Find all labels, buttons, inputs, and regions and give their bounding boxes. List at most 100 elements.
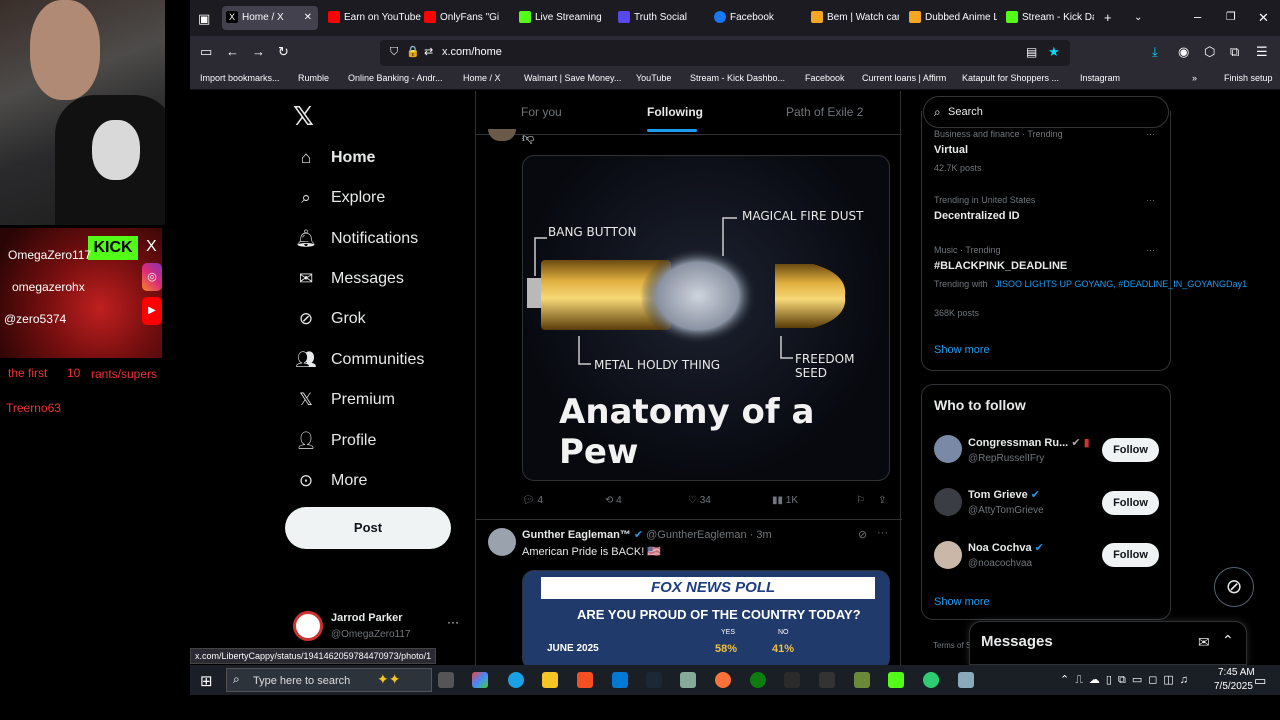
back-icon[interactable]: ← (226, 45, 239, 58)
compose-message-icon[interactable]: ✉ (1198, 634, 1210, 651)
task-view-icon[interactable] (438, 672, 454, 688)
bookmarks-overflow-icon[interactable]: » (1192, 73, 1197, 83)
store-icon[interactable] (577, 672, 593, 688)
nav-home[interactable]: ⌂ Home (295, 144, 376, 172)
tab-bem[interactable]: Bem | Watch carto (807, 6, 899, 30)
edge-icon[interactable] (508, 672, 524, 688)
minecraft-icon[interactable] (854, 672, 870, 688)
tab-earn-youtube[interactable]: Earn on YouTube (324, 6, 421, 30)
bookmark-rumble[interactable]: Rumble (298, 73, 329, 83)
x-logo-icon[interactable]: 𝕏 (293, 101, 314, 132)
calculator-icon[interactable] (958, 672, 974, 688)
nav-more[interactable]: ⊙ More (295, 467, 368, 495)
grok-icon[interactable]: ⊘ (858, 528, 867, 541)
show-more-link[interactable]: Show more (934, 596, 990, 608)
trending-with-tags[interactable]: JISOO LIGHTS UP GOYANG, #DEADLINE_IN_GOY… (995, 279, 1247, 289)
tab-kick-dashboard[interactable]: Stream - Kick Das (1002, 6, 1094, 30)
avatar[interactable] (488, 129, 516, 141)
window-close-icon[interactable]: ✕ (1258, 11, 1269, 24)
taskbar-search[interactable]: ⌕ Type here to search ✦✦ (226, 668, 432, 692)
follow-button[interactable]: Follow (1102, 438, 1159, 462)
avatar[interactable] (934, 488, 962, 516)
lock-icon[interactable]: 🔒 (406, 46, 420, 59)
bookmark-affirm[interactable]: Current loans | Affirm (862, 73, 946, 83)
nav-profile[interactable]: 👤︎ Profile (295, 427, 376, 455)
new-tab-icon[interactable]: + (1104, 11, 1112, 24)
nav-grok[interactable]: ⊘ Grok (295, 305, 366, 333)
trend-title[interactable]: Virtual (934, 144, 968, 156)
nav-premium[interactable]: 𝕏 Premium (295, 386, 395, 414)
outlook-icon[interactable] (612, 672, 628, 688)
repost-button[interactable]: ⟲ 4 (605, 495, 622, 506)
bookmark-katapult[interactable]: Katapult for Shoppers ... (962, 73, 1059, 83)
notification-icon[interactable]: ▭ (1254, 673, 1266, 689)
follow-button[interactable]: Follow (1102, 543, 1159, 567)
url-bar[interactable]: ⛉ 🔒 ⇄ x.com/home ▤ ★ (380, 40, 1070, 66)
tweet-author-name[interactable]: Gunther Eagleman™ ✔ @GuntherEagleman · 3… (522, 528, 772, 541)
reply-button[interactable]: 💬︎ 4 (522, 495, 543, 506)
share-icon[interactable]: ⇪ (878, 495, 886, 506)
bookmark-kick[interactable]: Stream - Kick Dashbo... (690, 73, 785, 83)
sidebar-toggle-icon[interactable]: ▭ (200, 45, 212, 58)
more-dots-icon[interactable]: ··· (1146, 129, 1155, 139)
reload-icon[interactable]: ↻ (278, 45, 289, 58)
forward-icon[interactable]: → (252, 45, 265, 58)
finish-setup[interactable]: Finish setup (1224, 73, 1273, 83)
avatar[interactable] (934, 541, 962, 569)
tab-facebook[interactable]: Facebook (710, 6, 774, 30)
follow-button[interactable]: Follow (1102, 491, 1159, 515)
views-button[interactable]: ▮▮ 1K (772, 495, 798, 506)
bookmark-import[interactable]: Import bookmarks... (200, 73, 280, 83)
nav-messages[interactable]: ✉ Messages (295, 265, 404, 293)
chevron-down-icon[interactable]: ⌄ (1134, 11, 1142, 24)
addon-icon[interactable]: ⧉ (1230, 45, 1239, 58)
tab-truth-social[interactable]: Truth Social (614, 6, 687, 30)
post-button[interactable]: Post (285, 507, 451, 549)
tab-path-of-exile[interactable]: Path of Exile 2 (786, 105, 863, 119)
more-dots-icon[interactable]: ··· (1146, 195, 1155, 205)
account-switcher[interactable]: Jarrod Parker @OmegaZero117 ··· (290, 607, 470, 651)
file-explorer-icon[interactable] (542, 672, 558, 688)
terms-link[interactable]: Terms of S (933, 641, 971, 650)
system-tray-icons[interactable]: ⌃⎍☁▯⧉▭◻◫♫ (1060, 673, 1194, 687)
permissions-icon[interactable]: ⇄ (424, 46, 433, 59)
xbox-icon[interactable] (750, 672, 766, 688)
tab-list-icon[interactable]: ▣ (198, 12, 210, 25)
like-button[interactable]: ♡ 34 (688, 495, 711, 506)
menu-icon[interactable]: ☰ (1256, 45, 1268, 58)
trend-title[interactable]: #BLACKPINK_DEADLINE (934, 260, 1067, 272)
avatar[interactable] (934, 435, 962, 463)
close-icon[interactable]: ✕ (304, 6, 312, 30)
more-dots-icon[interactable]: ··· (1146, 245, 1155, 255)
expand-icon[interactable]: ⌃ (1222, 632, 1234, 649)
follow-name[interactable]: Noa Cochva ✔ (968, 541, 1044, 554)
restore-icon[interactable]: ❐ (1226, 11, 1236, 24)
nav-explore[interactable]: ⌕ Explore (295, 184, 385, 212)
grok-fab-button[interactable]: ⊘ (1214, 567, 1254, 607)
nav-communities[interactable]: 👥︎ Communities (295, 346, 424, 374)
url-text[interactable]: x.com/home (442, 46, 502, 58)
tab-for-you[interactable]: For you (521, 105, 562, 119)
app-icon[interactable] (819, 672, 835, 688)
steam-icon[interactable] (646, 672, 662, 688)
more-dots-icon[interactable]: ··· (877, 527, 888, 539)
trend-title[interactable]: Decentralized ID (934, 210, 1020, 222)
avatar[interactable] (488, 528, 516, 556)
account-icon[interactable]: ◉ (1178, 45, 1189, 58)
extensions-icon[interactable]: ⬡ (1204, 45, 1215, 58)
follow-name[interactable]: Congressman Ru... ✔ ▮ (968, 436, 1090, 449)
shield-icon[interactable]: ⛉ (390, 46, 398, 59)
minimize-icon[interactable]: – (1194, 10, 1201, 23)
bookmark-instagram[interactable]: Instagram (1080, 73, 1120, 83)
app-icon[interactable] (680, 672, 696, 688)
firefox-icon[interactable] (715, 672, 731, 688)
tweet-image[interactable]: FOX NEWS POLL ARE YOU PROUD OF THE COUNT… (522, 570, 890, 665)
copilot-icon[interactable] (472, 672, 488, 688)
nav-notifications[interactable]: 🔔︎ Notifications (295, 225, 418, 253)
bookmark-banking[interactable]: Online Banking - Andr... (348, 73, 443, 83)
tab-dubbed-anime[interactable]: Dubbed Anime Li (905, 6, 997, 30)
kick-app-icon[interactable] (888, 672, 904, 688)
show-more-link[interactable]: Show more (934, 344, 990, 356)
clock-date[interactable]: 7/5/2025 (1214, 681, 1253, 692)
tab-live-streaming[interactable]: Live Streaming (515, 6, 602, 30)
